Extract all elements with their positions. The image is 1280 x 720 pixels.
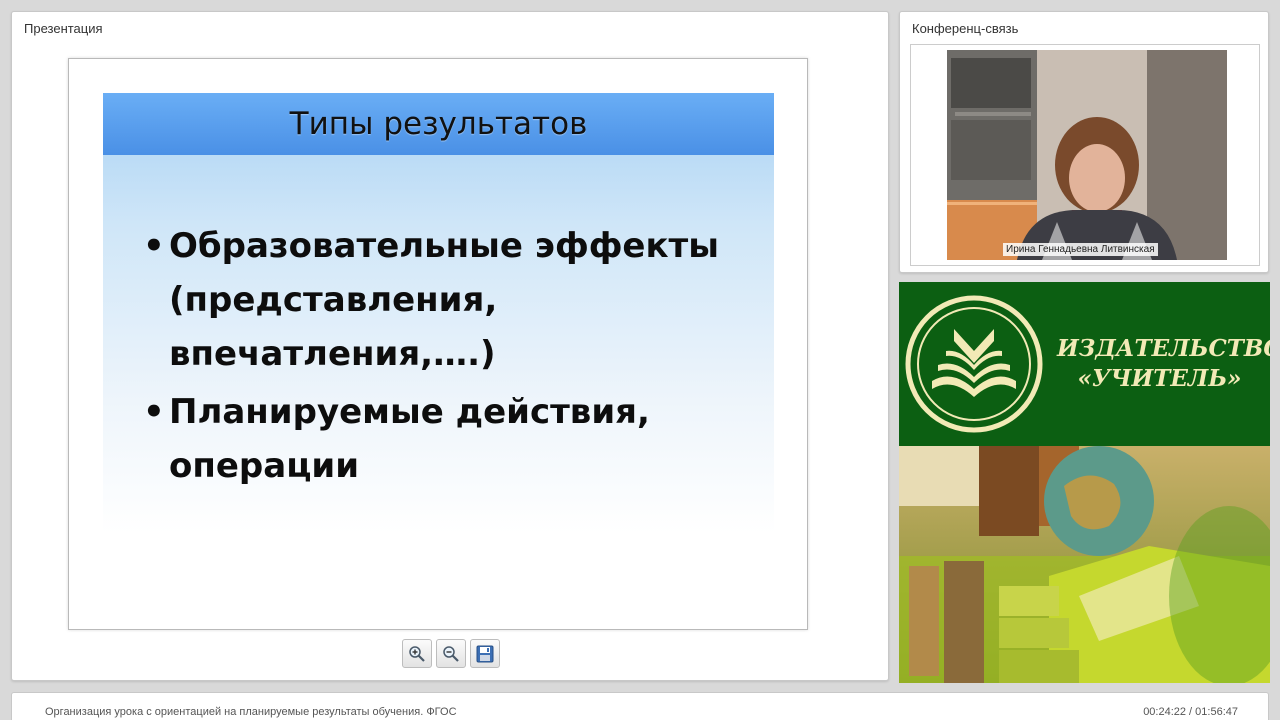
presentation-panel: Презентация Типы результатов Образовател… xyxy=(11,11,889,681)
publisher-name: ИЗДАТЕЛЬСТВО «УЧИТЕЛЬ» xyxy=(1057,334,1270,394)
presentation-panel-title: Презентация xyxy=(24,21,103,36)
publisher-banner[interactable]: ИЗДАТЕЛЬСТВО «УЧИТЕЛЬ» xyxy=(899,282,1270,683)
video-frame: Ирина Геннадьевна Литвинская xyxy=(910,44,1260,266)
slide-viewer[interactable]: Типы результатов Образовательные эффекты… xyxy=(68,58,808,630)
footer-bar: Организация урока с ориентацией на плани… xyxy=(11,692,1269,720)
slide-bullet-list: Образовательные эффекты (представления, … xyxy=(143,219,743,497)
slide-header-bar: Типы результатов xyxy=(103,93,774,155)
slide-bullet: Образовательные эффекты (представления, … xyxy=(143,219,743,381)
course-title: Организация урока с ориентацией на плани… xyxy=(45,706,457,718)
save-button[interactable] xyxy=(470,639,500,668)
publisher-name-line1: ИЗДАТЕЛЬСТВО xyxy=(1057,335,1270,362)
publisher-logo-icon xyxy=(905,295,1043,433)
speaker-name-label: Ирина Геннадьевна Литвинская xyxy=(1003,243,1158,256)
speaker-video-image xyxy=(947,50,1227,260)
publisher-banner-header: ИЗДАТЕЛЬСТВО «УЧИТЕЛЬ» xyxy=(899,282,1270,446)
save-icon xyxy=(476,645,494,662)
slide-bullet: Планируемые действия, операции xyxy=(143,385,743,493)
books-and-globe-image xyxy=(899,446,1270,683)
playback-timecode: 00:24:22 / 01:56:47 xyxy=(1143,706,1238,718)
zoom-in-icon xyxy=(409,645,425,662)
slide-toolbar xyxy=(402,639,500,668)
conference-panel-title: Конференц-связь xyxy=(912,21,1019,36)
speaker-video[interactable]: Ирина Геннадьевна Литвинская xyxy=(947,50,1227,260)
zoom-in-button[interactable] xyxy=(402,639,432,668)
conference-panel: Конференц-связь Ирина Геннадьевна Литвин… xyxy=(899,11,1269,273)
slide-title: Типы результатов xyxy=(289,106,588,142)
zoom-out-icon xyxy=(443,645,459,662)
publisher-name-line2: «УЧИТЕЛЬ» xyxy=(1077,365,1242,392)
publisher-banner-image xyxy=(899,446,1270,683)
zoom-out-button[interactable] xyxy=(436,639,466,668)
